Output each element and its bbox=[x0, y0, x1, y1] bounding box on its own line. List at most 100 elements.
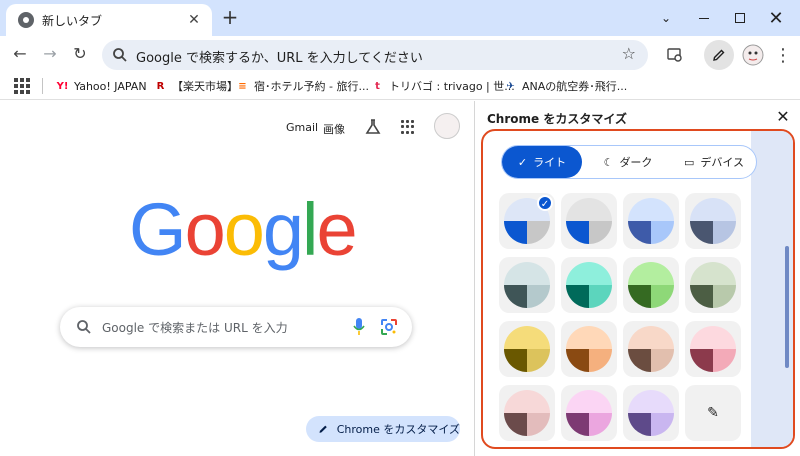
theme-swatch-orange[interactable] bbox=[561, 321, 617, 377]
theme-color-circle bbox=[628, 390, 674, 436]
close-window-button[interactable]: ✕ bbox=[758, 4, 794, 32]
tab-strip: 新しいタブ ✕ + ⌄ ✕ bbox=[0, 0, 800, 36]
theme-swatch-lavender[interactable] bbox=[623, 385, 679, 441]
theme-swatch-sage[interactable] bbox=[685, 257, 741, 313]
theme-color-circle bbox=[566, 390, 612, 436]
bookmark-label: Yahoo! JAPAN bbox=[74, 79, 147, 93]
trivago-icon: t bbox=[375, 80, 380, 92]
theme-swatch-slate-blue[interactable] bbox=[685, 193, 741, 249]
theme-swatch-teal-grey[interactable] bbox=[499, 257, 555, 313]
google-apps-icon[interactable] bbox=[401, 120, 415, 134]
mode-dark-button[interactable]: ☾ ダーク bbox=[588, 146, 668, 178]
logo-letter: g bbox=[262, 188, 304, 271]
close-tab-icon[interactable]: ✕ bbox=[184, 10, 204, 30]
profile-avatar[interactable] bbox=[740, 42, 766, 68]
theme-swatch-aqua[interactable] bbox=[561, 257, 617, 313]
avatar[interactable] bbox=[434, 113, 460, 139]
panel-title: Chrome をカスタマイズ bbox=[487, 112, 627, 126]
bookmark-item[interactable]: ≡ 宿･ホテル予約 - 旅行... bbox=[236, 77, 369, 95]
moon-icon: ☾ bbox=[603, 155, 614, 169]
logo-letter: o bbox=[184, 188, 226, 271]
eyedropper-icon: ✎ bbox=[707, 405, 719, 421]
theme-swatch-rose[interactable] bbox=[499, 385, 555, 441]
theme-color-circle bbox=[690, 326, 736, 372]
minimize-icon bbox=[699, 17, 709, 19]
microphone-icon[interactable] bbox=[352, 317, 366, 337]
theme-color-grid: ✓ ✎ bbox=[499, 193, 745, 441]
check-icon: ✓ bbox=[517, 155, 528, 169]
theme-swatch-grey[interactable] bbox=[561, 193, 617, 249]
mode-device-button[interactable]: ▭ デバイス bbox=[672, 146, 756, 178]
theme-color-circle bbox=[566, 198, 612, 244]
bookmark-star-icon[interactable]: ☆ bbox=[622, 44, 636, 63]
mode-label: デバイス bbox=[700, 156, 745, 169]
theme-color-circle bbox=[566, 262, 612, 308]
tab-search-button[interactable] bbox=[662, 42, 688, 68]
theme-color-circle bbox=[566, 326, 612, 372]
mode-label: ダーク bbox=[619, 156, 653, 169]
maximize-button[interactable] bbox=[722, 4, 758, 32]
logo-letter: o bbox=[223, 188, 265, 271]
rakuten-icon: R bbox=[156, 80, 165, 92]
bookmarks-divider bbox=[42, 78, 43, 94]
theme-swatch-magenta[interactable] bbox=[561, 385, 617, 441]
theme-swatch-yellow[interactable] bbox=[499, 321, 555, 377]
address-bar[interactable]: Google で検索するか、URL を入力してください ☆ bbox=[102, 40, 648, 70]
maximize-icon bbox=[735, 13, 745, 23]
tab-search-icon bbox=[667, 48, 682, 62]
bookmark-label: 宿･ホテル予約 - 旅行... bbox=[254, 80, 369, 93]
customize-chrome-button[interactable] bbox=[704, 40, 734, 70]
laptop-icon: ▭ bbox=[683, 155, 695, 169]
theme-swatch-pink[interactable] bbox=[685, 321, 741, 377]
tab-search-chevron-icon[interactable]: ⌄ bbox=[648, 4, 684, 32]
close-icon[interactable]: ✕ bbox=[773, 107, 793, 127]
search-box[interactable]: Google で検索または URL を入力 bbox=[60, 307, 412, 347]
scrollbar-thumb[interactable] bbox=[785, 246, 789, 368]
bookmark-item[interactable]: t トリバゴ : trivago | 世... bbox=[371, 77, 515, 95]
theme-swatch-green[interactable] bbox=[623, 257, 679, 313]
pencil-icon bbox=[713, 49, 725, 61]
images-link[interactable]: 画像 bbox=[323, 121, 345, 137]
back-button[interactable]: ← bbox=[8, 42, 32, 66]
bookmark-label: 【楽天市場】 bbox=[172, 80, 238, 93]
labs-flask-icon[interactable] bbox=[364, 118, 382, 136]
tab-title: 新しいタブ bbox=[42, 14, 103, 28]
theme-color-circle bbox=[504, 326, 550, 372]
bookmark-item[interactable]: ✈ ANAの航空券･飛行... bbox=[504, 77, 627, 95]
theme-swatch-custom-color[interactable]: ✎ bbox=[685, 385, 741, 441]
gmail-link[interactable]: Gmail bbox=[286, 121, 318, 134]
mode-light-button[interactable]: ✓ ライト bbox=[502, 146, 582, 178]
bookmarks-bar: Y! Yahoo! JAPAN R 【楽天市場】 ≡ 宿･ホテル予約 - 旅行... … bbox=[0, 72, 800, 100]
chrome-icon bbox=[18, 12, 34, 28]
new-tab-button[interactable]: + bbox=[218, 6, 242, 30]
apps-grid-icon[interactable] bbox=[14, 78, 30, 94]
theme-section: ✓ ライト ☾ ダーク ▭ デバイス ✓ ✎ bbox=[481, 129, 795, 449]
reload-button[interactable]: ↻ bbox=[68, 42, 92, 66]
logo-letter: e bbox=[316, 188, 357, 271]
search-input[interactable]: Google で検索または URL を入力 bbox=[102, 319, 288, 336]
bookmark-item[interactable]: Y! Yahoo! JAPAN bbox=[56, 77, 147, 95]
appearance-mode-selector: ✓ ライト ☾ ダーク ▭ デバイス bbox=[501, 145, 757, 179]
chrome-menu-button[interactable]: ⋮ bbox=[770, 42, 796, 68]
theme-color-circle bbox=[690, 198, 736, 244]
google-lens-icon[interactable] bbox=[380, 318, 398, 336]
theme-swatch-peach[interactable] bbox=[623, 321, 679, 377]
tab-new-tab[interactable]: 新しいタブ ✕ bbox=[6, 4, 212, 36]
theme-color-circle bbox=[628, 326, 674, 372]
theme-color-circle bbox=[504, 262, 550, 308]
theme-color-circle bbox=[628, 198, 674, 244]
customize-side-panel: Chrome をカスタマイズ ✕ ✓ ライト ☾ ダーク ▭ デバイス ✓ ✎ bbox=[475, 101, 800, 456]
theme-color-circle bbox=[690, 262, 736, 308]
theme-color-circle bbox=[628, 262, 674, 308]
bookmark-item[interactable]: R 【楽天市場】 bbox=[154, 77, 238, 95]
theme-swatch-default-blue[interactable]: ✓ bbox=[499, 193, 555, 249]
forward-button[interactable]: → bbox=[38, 42, 62, 66]
logo-letter: G bbox=[129, 188, 187, 271]
minimize-button[interactable] bbox=[686, 4, 722, 32]
bookmark-label: トリバゴ : trivago | 世... bbox=[389, 80, 515, 93]
mode-label: ライト bbox=[533, 156, 567, 169]
ana-icon: ✈ bbox=[506, 80, 515, 92]
toolbar: ← → ↻ Google で検索するか、URL を入力してください ☆ ⋮ bbox=[0, 36, 800, 72]
customize-chrome-button[interactable]: Chrome をカスタマイズ bbox=[306, 416, 460, 442]
theme-swatch-blue[interactable] bbox=[623, 193, 679, 249]
